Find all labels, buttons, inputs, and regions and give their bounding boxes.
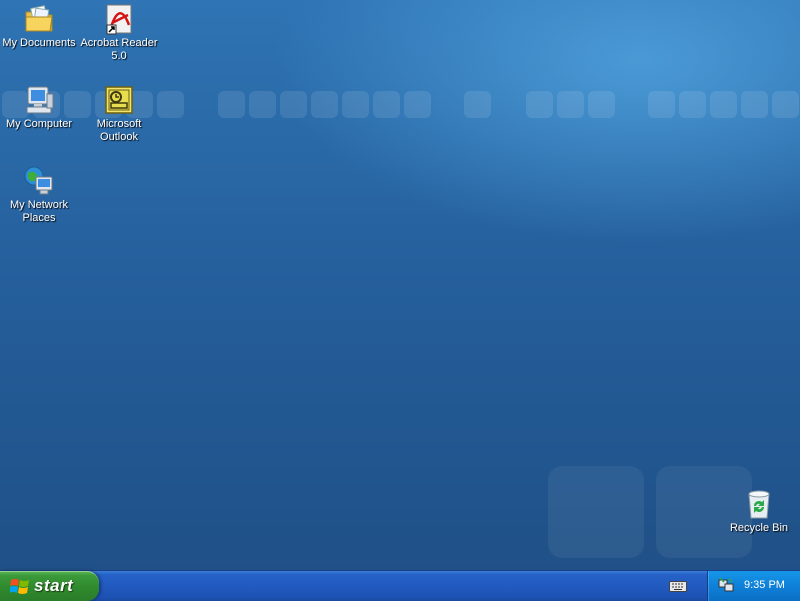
desktop-icon-my-computer[interactable]: My Computer <box>0 84 78 131</box>
icon-label: Microsoft Outlook <box>96 118 142 143</box>
my-documents-folder-icon <box>25 5 53 32</box>
icon-label: My Network Places <box>9 199 69 224</box>
desktop-icon-my-documents[interactable]: My Documents <box>0 3 78 50</box>
clock[interactable]: 9:35 PM <box>744 579 785 591</box>
desktop: My Documents Acrobat Reader 5.0 My Compu… <box>0 0 800 570</box>
icon-label: Recycle Bin <box>729 522 789 534</box>
taskbar: start 9:35 PM <box>0 570 800 601</box>
network-connection-icon[interactable] <box>718 577 734 593</box>
start-label: start <box>34 576 74 595</box>
network-places-icon <box>24 166 53 195</box>
icon-label: My Documents <box>2 37 76 49</box>
system-tray: 9:35 PM <box>707 571 800 601</box>
desktop-icon-acrobat-reader[interactable]: Acrobat Reader 5.0 <box>80 3 158 63</box>
desktop-icon-recycle-bin[interactable]: Recycle Bin <box>720 488 798 535</box>
wallpaper-tile <box>548 466 644 558</box>
desktop-icon-my-network-places[interactable]: My Network Places <box>0 165 78 225</box>
icon-label: Acrobat Reader 5.0 <box>80 37 158 62</box>
windows-flag-icon <box>10 579 29 594</box>
keyboard-icon[interactable] <box>669 579 687 593</box>
my-computer-icon <box>26 86 54 114</box>
acrobat-reader-icon <box>106 4 132 35</box>
start-button[interactable]: start <box>0 571 99 601</box>
desktop-icon-microsoft-outlook[interactable]: Microsoft Outlook <box>80 84 158 144</box>
outlook-icon <box>105 86 133 114</box>
icon-label: My Computer <box>5 118 73 130</box>
recycle-bin-icon <box>748 490 770 519</box>
